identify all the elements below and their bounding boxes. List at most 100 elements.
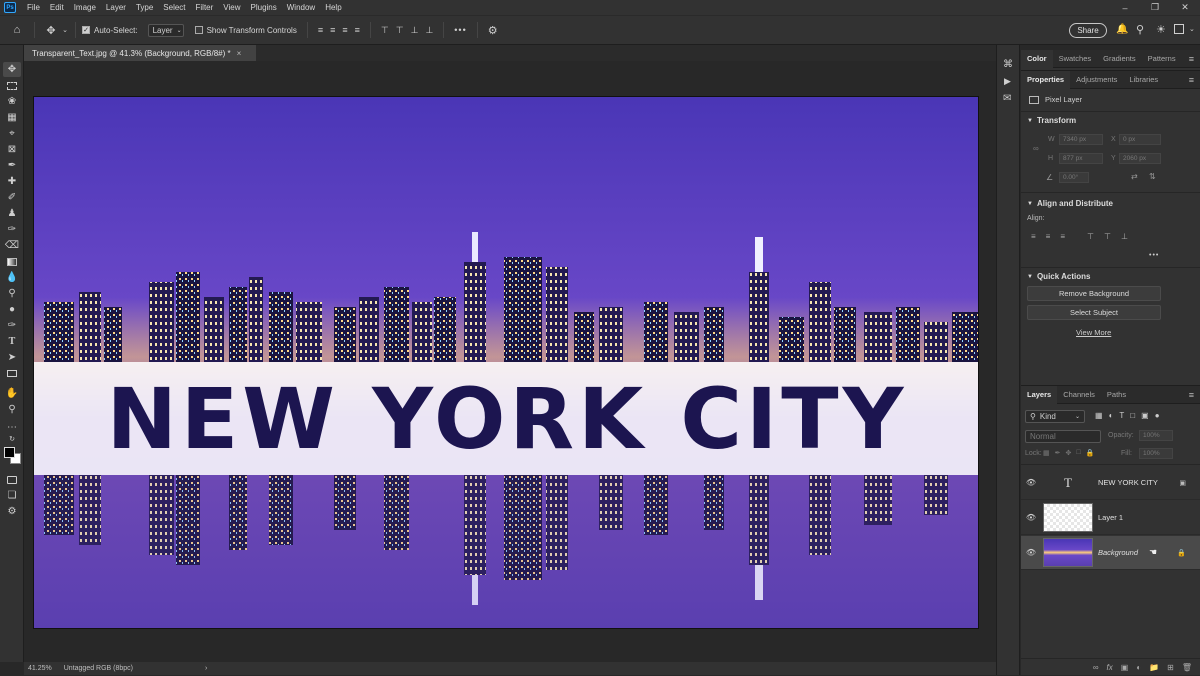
more-options-icon[interactable]: ••• xyxy=(454,25,466,35)
rectangle-tool-icon[interactable] xyxy=(3,366,21,381)
flip-horizontal-icon[interactable]: ⇄ xyxy=(1131,172,1138,181)
menu-select[interactable]: Select xyxy=(158,3,190,12)
quick-actions-header[interactable]: ▼ Quick Actions xyxy=(1027,272,1090,281)
lock-position-icon[interactable]: ✥ xyxy=(1066,449,1072,457)
layer-row-background[interactable]: 👁 Background ☚ 🔒 xyxy=(1021,536,1200,570)
align-bottom-icon[interactable]: ⊥ xyxy=(411,25,419,36)
layer-row-text[interactable]: 👁 T NEW YORK CITY ▣ xyxy=(1021,466,1200,500)
tab-properties[interactable]: Properties xyxy=(1021,70,1071,89)
sponge-tool-icon[interactable]: ● xyxy=(3,302,21,317)
menu-edit[interactable]: Edit xyxy=(45,3,69,12)
healing-brush-tool-icon[interactable]: ✚ xyxy=(3,174,21,189)
eye-icon[interactable]: 👁 xyxy=(1021,478,1041,487)
fx-icon[interactable]: fx xyxy=(1107,663,1113,672)
lock-transparent-icon[interactable]: ▦ xyxy=(1043,449,1050,457)
play-actions-icon[interactable]: ▶ xyxy=(1004,76,1011,87)
type-tool-icon[interactable]: T xyxy=(3,334,21,349)
align-right-icon[interactable]: ≡ xyxy=(342,25,347,35)
document-tab[interactable]: Transparent_Text.jpg @ 41.3% (Background… xyxy=(24,45,256,61)
dodge-tool-icon[interactable]: ⚲ xyxy=(3,286,21,301)
tab-gradients[interactable]: Gradients xyxy=(1097,50,1142,68)
align-right-icon[interactable]: ≡ xyxy=(1060,232,1065,241)
tab-paths[interactable]: Paths xyxy=(1101,386,1132,404)
tab-layers[interactable]: Layers xyxy=(1021,385,1058,404)
panel-menu-icon[interactable]: ≡ xyxy=(1189,54,1194,64)
lasso-tool-icon[interactable]: ❀ xyxy=(3,94,21,109)
new-group-icon[interactable]: 📁 xyxy=(1149,663,1159,672)
zoom-tool-icon[interactable]: ⚲ xyxy=(3,402,21,417)
path-selection-tool-icon[interactable]: ➤ xyxy=(3,350,21,365)
align-distribute-header[interactable]: ▼ Align and Distribute xyxy=(1027,199,1113,208)
frame-tool-icon[interactable]: ⊠ xyxy=(3,142,21,157)
marquee-tool-icon[interactable] xyxy=(3,78,21,93)
eye-icon[interactable]: 👁 xyxy=(1021,548,1041,557)
maximize-icon[interactable]: ❐ xyxy=(1140,0,1170,15)
align-top-icon[interactable]: ⊤ xyxy=(381,25,389,36)
blend-mode-dropdown[interactable]: Normal xyxy=(1025,430,1101,443)
clone-stamp-tool-icon[interactable]: ♟ xyxy=(3,206,21,221)
pen-tool-icon[interactable]: ✑ xyxy=(3,318,21,333)
lock-image-icon[interactable]: ✒ xyxy=(1055,449,1061,457)
height-field[interactable]: 877 px xyxy=(1059,153,1103,164)
menu-view[interactable]: View xyxy=(218,3,245,12)
status-menu-arrow[interactable]: › xyxy=(205,665,207,672)
filter-pixel-icon[interactable]: ▦ xyxy=(1095,411,1103,420)
photoshop-logo[interactable]: Ps xyxy=(4,2,16,13)
transform-controls-checkbox[interactable] xyxy=(194,26,203,34)
lock-icon[interactable]: 🔒 xyxy=(1177,549,1186,557)
filter-adjustment-icon[interactable]: ◐ xyxy=(1109,411,1114,420)
view-more-link[interactable]: View More xyxy=(1076,328,1111,337)
crop-tool-icon[interactable]: ⌖ xyxy=(3,126,21,141)
distribute-v-icon[interactable]: ⊥ xyxy=(425,25,433,36)
filter-toggle-icon[interactable]: ● xyxy=(1155,411,1160,420)
lock-artboard-icon[interactable]: □ xyxy=(1076,449,1080,457)
chevron-down-icon[interactable]: ⌄ xyxy=(61,26,69,34)
angle-field[interactable]: 0.00° xyxy=(1059,172,1089,183)
layer-name[interactable]: Background xyxy=(1098,548,1138,557)
object-selection-tool-icon[interactable]: ▦ xyxy=(3,110,21,125)
align-top-icon[interactable]: ⊤ xyxy=(1087,232,1094,241)
distribute-h-icon[interactable]: ≡ xyxy=(355,25,360,35)
layer-name[interactable]: NEW YORK CITY xyxy=(1098,478,1158,487)
transform-header[interactable]: ▼ Transform xyxy=(1027,116,1076,125)
new-layer-icon[interactable]: ⊞ xyxy=(1167,663,1174,672)
align-center-h-icon[interactable]: ≡ xyxy=(1046,232,1051,241)
opacity-field[interactable]: 100% xyxy=(1139,430,1173,441)
auto-select-checkbox[interactable]: ✓ xyxy=(82,26,90,34)
panel-menu-icon[interactable]: ≡ xyxy=(1189,75,1194,85)
eyedropper-tool-icon[interactable]: ✒ xyxy=(3,158,21,173)
menu-layer[interactable]: Layer xyxy=(101,3,131,12)
panel-menu-icon[interactable]: ≡ xyxy=(1189,390,1194,400)
brush-tool-icon[interactable]: ✐ xyxy=(3,190,21,205)
x-field[interactable]: 0 px xyxy=(1119,134,1161,145)
filter-type-icon[interactable]: T xyxy=(1119,411,1124,420)
filter-smart-object-icon[interactable]: ▣ xyxy=(1141,411,1149,420)
zoom-level[interactable]: 41.25% xyxy=(28,665,52,672)
align-middle-icon[interactable]: ⊤ xyxy=(1104,232,1111,241)
hand-tool-icon[interactable]: ✋ xyxy=(3,386,21,401)
search-icon[interactable]: ⚲ xyxy=(1136,23,1144,36)
minimize-icon[interactable]: – xyxy=(1110,0,1140,15)
menu-filter[interactable]: Filter xyxy=(191,3,219,12)
more-tools-icon[interactable]: ⋯ xyxy=(3,420,21,435)
chevron-down-icon[interactable]: ⌄ xyxy=(1189,25,1195,33)
lock-all-icon[interactable]: 🔒 xyxy=(1086,449,1095,457)
width-field[interactable]: 7340 px xyxy=(1059,134,1103,145)
gear-icon[interactable]: ⚙ xyxy=(488,24,498,37)
tab-libraries[interactable]: Libraries xyxy=(1123,71,1164,89)
tab-adjustments[interactable]: Adjustments xyxy=(1070,71,1123,89)
eye-icon[interactable]: 👁 xyxy=(1021,513,1041,522)
comments-icon[interactable]: ✉ xyxy=(1003,93,1011,104)
menu-file[interactable]: File xyxy=(22,3,45,12)
document-canvas[interactable]: NEW YORK CITY xyxy=(33,96,979,629)
fill-field[interactable]: 100% xyxy=(1139,448,1173,459)
tab-color[interactable]: Color xyxy=(1021,49,1053,68)
flip-vertical-icon[interactable]: ⇅ xyxy=(1149,172,1156,181)
align-left-icon[interactable]: ≡ xyxy=(1031,232,1036,241)
history-brush-tool-icon[interactable]: ✑ xyxy=(3,222,21,237)
menu-type[interactable]: Type xyxy=(131,3,158,12)
align-bottom-icon[interactable]: ⊥ xyxy=(1121,232,1128,241)
align-center-h-icon[interactable]: ≡ xyxy=(330,25,335,35)
menu-image[interactable]: Image xyxy=(69,3,101,12)
remove-background-button[interactable]: Remove Background xyxy=(1027,286,1161,301)
